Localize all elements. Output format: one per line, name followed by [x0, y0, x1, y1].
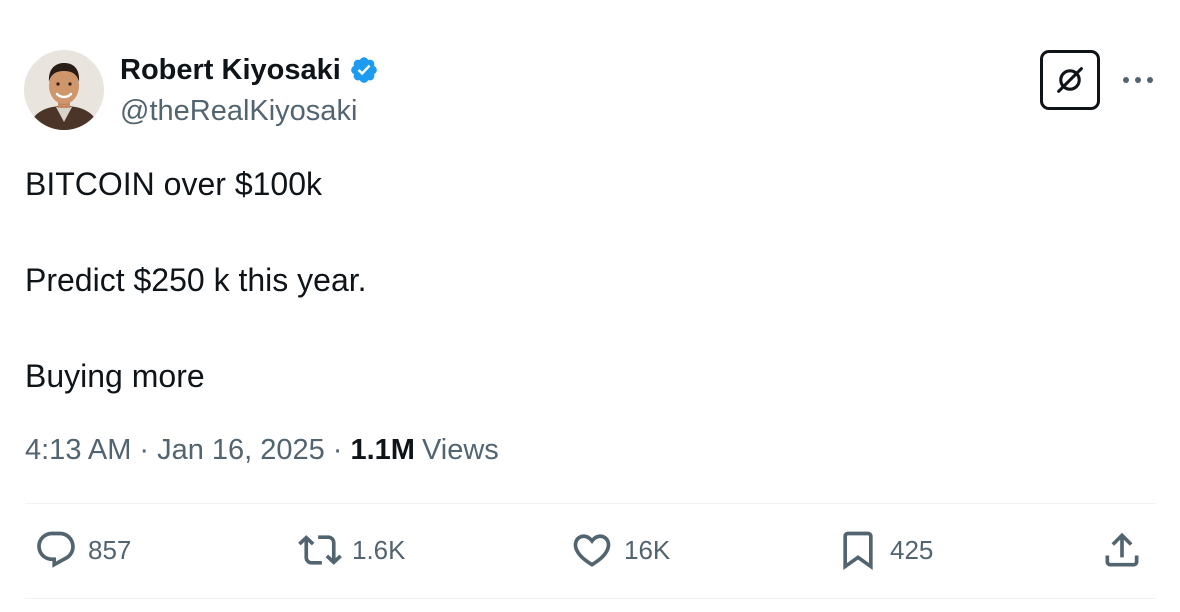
share-button[interactable] [1100, 528, 1144, 572]
avatar-image [24, 50, 104, 130]
tweet-meta: 4:13 AM · Jan 16, 2025 · 1.1M Views [25, 430, 499, 470]
bookmark-icon [843, 531, 873, 571]
tweet-date[interactable]: Jan 16, 2025 [157, 434, 325, 466]
author-display-name[interactable]: Robert Kiyosaki [120, 52, 341, 88]
like-button[interactable]: 16K [570, 528, 670, 572]
divider [25, 598, 1156, 599]
tweet-line: Buying more [25, 358, 205, 394]
share-icon [1105, 532, 1139, 567]
views-label[interactable]: Views [422, 434, 499, 466]
views-count[interactable]: 1.1M [350, 434, 414, 466]
verified-badge-icon[interactable] [349, 55, 379, 85]
heart-icon [573, 534, 611, 567]
repost-icon [298, 535, 342, 565]
reply-button[interactable]: 857 [34, 528, 131, 572]
meta-separator: · [332, 434, 343, 466]
author-handle[interactable]: @theRealKiyosaki [120, 93, 357, 129]
repost-button[interactable]: 1.6K [298, 528, 406, 572]
grok-button[interactable] [1040, 50, 1100, 110]
bookmark-button[interactable]: 425 [836, 528, 933, 572]
tweet-time[interactable]: 4:13 AM [25, 434, 131, 466]
grok-icon [1057, 67, 1083, 93]
avatar[interactable] [24, 50, 104, 130]
repost-count: 1.6K [352, 535, 406, 565]
reply-icon [37, 531, 75, 568]
more-options-button[interactable] [1118, 66, 1158, 94]
divider [25, 503, 1156, 504]
meta-separator: · [139, 434, 150, 466]
bookmark-count: 425 [890, 535, 934, 565]
reply-count: 857 [88, 535, 132, 565]
tweet-line: BITCOIN over $100k [25, 166, 322, 202]
more-horizontal-icon [1123, 77, 1153, 83]
tweet-text: BITCOIN over $100k Predict $250 k this y… [25, 160, 367, 400]
like-count: 16K [624, 535, 671, 565]
tweet-line: Predict $250 k this year. [25, 262, 367, 298]
author-name-row: Robert Kiyosaki [120, 52, 379, 88]
